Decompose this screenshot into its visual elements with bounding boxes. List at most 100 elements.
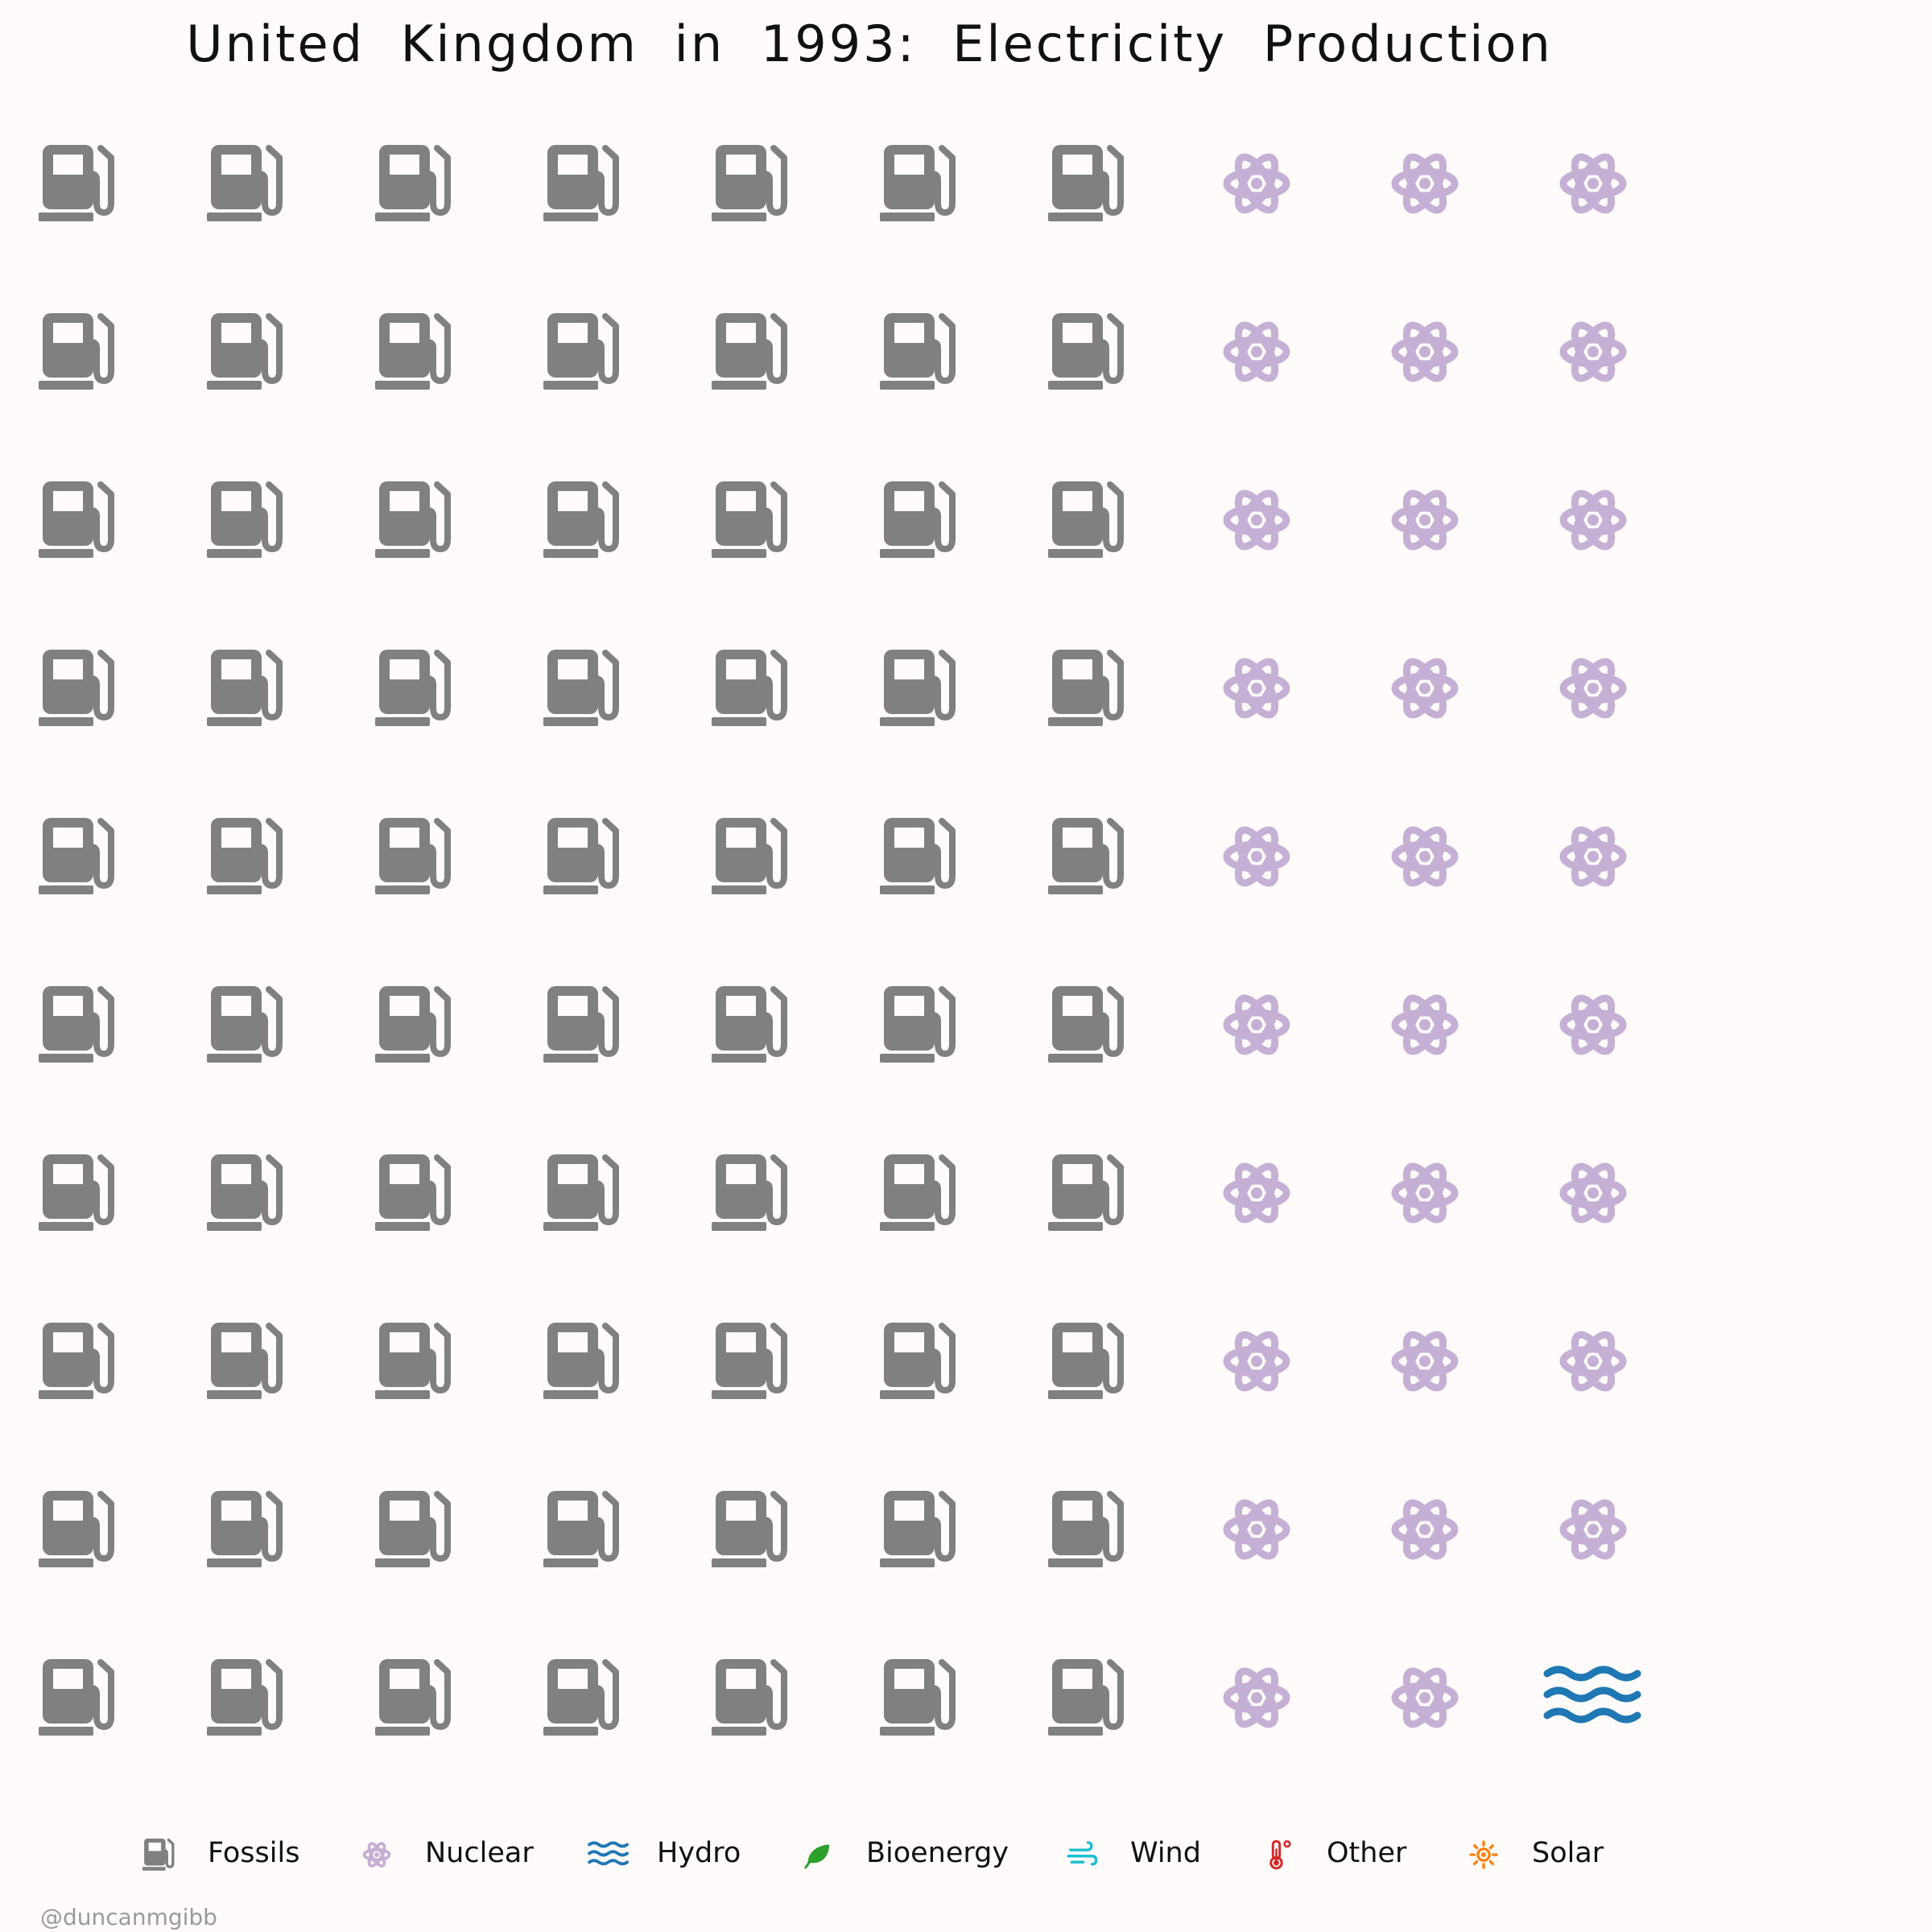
waffle-cell-fossils xyxy=(207,145,279,221)
waffle-cell-nuclear xyxy=(1227,488,1286,551)
waffle-cell-fossils xyxy=(1048,986,1121,1063)
waffle-cell-nuclear xyxy=(1227,1329,1286,1393)
credit-watermark: @duncanmgibb xyxy=(40,1904,217,1930)
waffle-cell-fossils xyxy=(1048,650,1121,726)
waffle-cell-fossils xyxy=(39,650,111,726)
waffle-cell-fossils xyxy=(712,1659,784,1736)
waffle-chart xyxy=(0,0,1932,1872)
waffle-cell-nuclear xyxy=(1563,151,1623,215)
waffle-cell-fossils xyxy=(1048,1154,1121,1231)
waffle-cell-fossils xyxy=(543,1154,616,1231)
waffle-cell-fossils xyxy=(1048,1659,1121,1736)
waffle-cell-nuclear xyxy=(1395,488,1455,551)
waffle-cell-nuclear xyxy=(1395,656,1455,720)
waffle-cell-fossils xyxy=(1048,313,1121,390)
waffle-cell-nuclear xyxy=(1227,151,1286,215)
waffle-cell-fossils xyxy=(207,1491,279,1567)
waffle-cell-nuclear xyxy=(1563,488,1623,551)
waffle-cell-fossils xyxy=(712,650,784,726)
waffle-cell-nuclear xyxy=(1395,1666,1455,1729)
waffle-cell-fossils xyxy=(375,145,448,221)
waffle-cell-nuclear xyxy=(1227,993,1286,1056)
legend-other-icon xyxy=(1269,1839,1291,1870)
waffle-cell-fossils xyxy=(1048,145,1121,221)
waffle-cell-fossils xyxy=(375,650,448,726)
waffle-cell-fossils xyxy=(375,313,448,390)
waffle-cell-fossils xyxy=(39,313,111,390)
waffle-cell-fossils xyxy=(880,818,952,894)
waffle-cell-fossils xyxy=(39,1659,111,1736)
waffle-cell-fossils xyxy=(375,1491,448,1567)
waffle-cell-fossils xyxy=(880,481,952,558)
waffle-cell-fossils xyxy=(207,650,279,726)
legend-nuclear-icon xyxy=(362,1839,391,1870)
waffle-cell-fossils xyxy=(39,1154,111,1231)
waffle-cell-nuclear xyxy=(1563,824,1623,888)
waffle-cell-hydro xyxy=(1547,1670,1637,1719)
waffle-cell-nuclear xyxy=(1395,1161,1455,1224)
legend-solar-icon xyxy=(1469,1840,1498,1869)
waffle-cell-fossils xyxy=(375,818,448,894)
waffle-cell-fossils xyxy=(543,313,616,390)
waffle-cell-fossils xyxy=(543,1491,616,1567)
waffle-cell-nuclear xyxy=(1227,656,1286,720)
waffle-cell-fossils xyxy=(1048,1491,1121,1567)
waffle-cell-nuclear xyxy=(1227,1666,1286,1729)
waffle-cell-fossils xyxy=(39,1323,111,1399)
waffle-cell-fossils xyxy=(543,986,616,1063)
waffle-cell-fossils xyxy=(1048,481,1121,558)
waffle-cell-fossils xyxy=(39,818,111,894)
waffle-cell-nuclear xyxy=(1395,1329,1455,1393)
waffle-cell-fossils xyxy=(207,818,279,894)
waffle-cell-fossils xyxy=(543,1323,616,1399)
waffle-cell-fossils xyxy=(880,1491,952,1567)
waffle-cell-fossils xyxy=(880,986,952,1063)
waffle-cell-fossils xyxy=(39,986,111,1063)
waffle-cell-fossils xyxy=(543,818,616,894)
waffle-cell-nuclear xyxy=(1563,993,1623,1056)
waffle-cell-nuclear xyxy=(1395,1497,1455,1561)
waffle-cell-fossils xyxy=(712,1323,784,1399)
waffle-cell-fossils xyxy=(543,650,616,726)
waffle-cell-fossils xyxy=(712,481,784,558)
waffle-cell-fossils xyxy=(207,313,279,390)
waffle-cell-fossils xyxy=(207,481,279,558)
waffle-cell-fossils xyxy=(880,1659,952,1736)
legend-wind-icon xyxy=(1067,1841,1098,1866)
waffle-cell-nuclear xyxy=(1227,824,1286,888)
waffle-cell-fossils xyxy=(880,145,952,221)
waffle-cells xyxy=(39,145,1637,1736)
waffle-cell-nuclear xyxy=(1563,1497,1623,1561)
waffle-cell-fossils xyxy=(207,1323,279,1399)
waffle-cell-fossils xyxy=(1048,1323,1121,1399)
waffle-cell-fossils xyxy=(880,1323,952,1399)
waffle-cell-fossils xyxy=(543,1659,616,1736)
waffle-cell-fossils xyxy=(39,481,111,558)
waffle-cell-fossils xyxy=(880,650,952,726)
waffle-cell-fossils xyxy=(712,313,784,390)
waffle-cell-nuclear xyxy=(1227,1497,1286,1561)
waffle-cell-nuclear xyxy=(1563,320,1623,383)
waffle-cell-fossils xyxy=(543,145,616,221)
waffle-cell-fossils xyxy=(207,986,279,1063)
waffle-cell-nuclear xyxy=(1395,151,1455,215)
legend-bioenergy-icon xyxy=(804,1843,831,1869)
waffle-cell-fossils xyxy=(712,818,784,894)
waffle-cell-nuclear xyxy=(1563,1329,1623,1393)
waffle-cell-fossils xyxy=(712,1154,784,1231)
waffle-cell-nuclear xyxy=(1563,1161,1623,1224)
waffle-cell-fossils xyxy=(712,986,784,1063)
legend-fossils-icon xyxy=(141,1837,175,1872)
waffle-cell-nuclear xyxy=(1227,320,1286,383)
waffle-cell-fossils xyxy=(712,1491,784,1567)
waffle-cell-fossils xyxy=(375,986,448,1063)
waffle-cell-nuclear xyxy=(1395,320,1455,383)
waffle-cell-nuclear xyxy=(1563,656,1623,720)
waffle-cell-fossils xyxy=(207,1659,279,1736)
waffle-cell-fossils xyxy=(375,1154,448,1231)
waffle-cell-fossils xyxy=(39,145,111,221)
waffle-cell-fossils xyxy=(375,1659,448,1736)
waffle-cell-fossils xyxy=(712,145,784,221)
waffle-cell-fossils xyxy=(375,481,448,558)
legend-hydro-icon xyxy=(588,1841,629,1866)
